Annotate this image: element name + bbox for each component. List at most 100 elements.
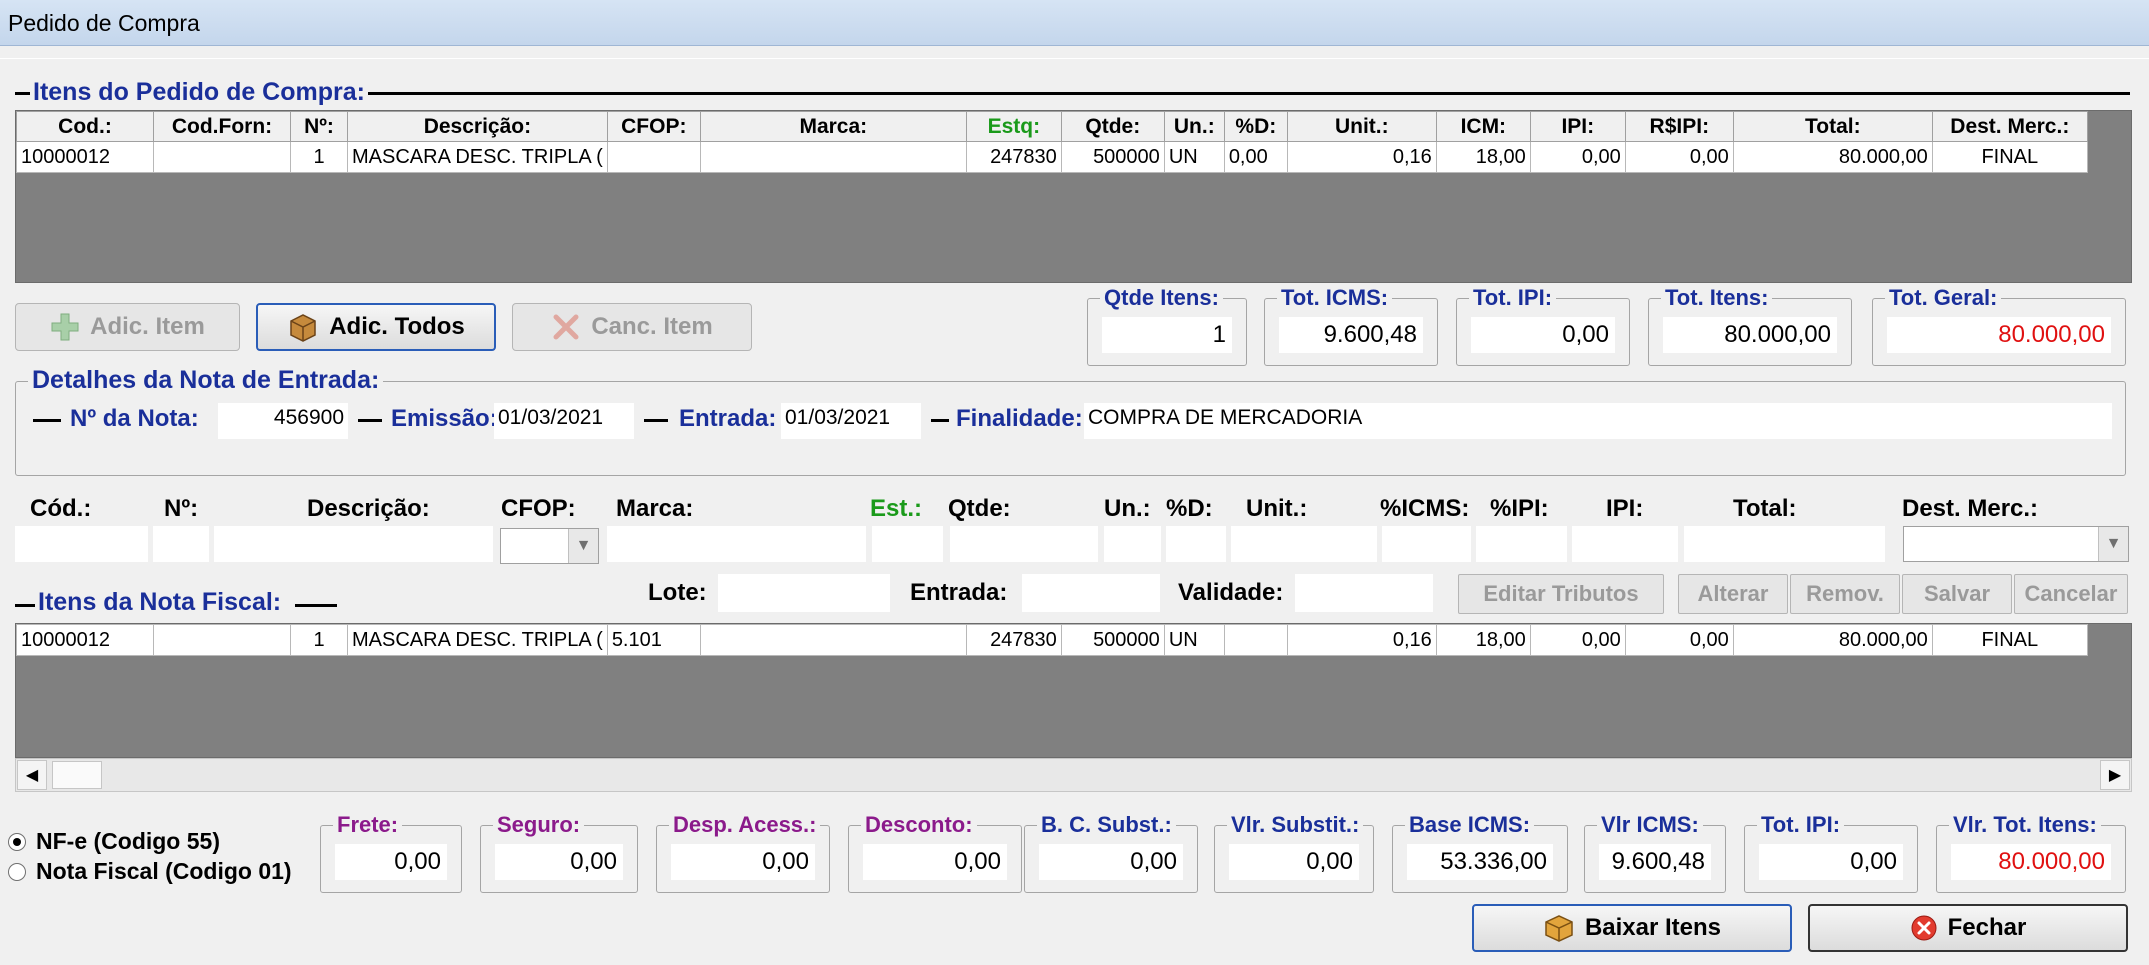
table-row[interactable]: 10000012 1 MASCARA DESC. TRIPLA (5.101 2478… [16,624,2088,656]
edit-est-input[interactable] [872,526,943,562]
column-header[interactable]: Total: [1732,111,1933,142]
lote-input[interactable] [718,574,890,612]
chevron-down-icon[interactable]: ▼ [2098,527,2128,561]
table-cell[interactable]: 0,16 [1286,141,1437,173]
scroll-right-icon[interactable]: ▶ [2100,760,2130,790]
salvar-button[interactable]: Salvar [1902,574,2012,614]
fechar-button[interactable]: Fechar [1808,904,2128,952]
remov-button[interactable]: Remov. [1790,574,1900,614]
column-header[interactable]: Estq: [965,111,1062,142]
edit-cod-input[interactable] [15,526,148,562]
column-header[interactable]: Un.: [1163,111,1225,142]
table-cell[interactable]: 10000012 [16,141,154,173]
radio-nfe[interactable]: NF-e (Codigo 55) [8,828,220,855]
edit-desc-input[interactable] [214,526,493,562]
scroll-thumb[interactable] [52,761,102,789]
column-header[interactable]: Unit.: [1286,111,1437,142]
table-cell[interactable]: 10000012 [16,624,154,656]
add-item-button[interactable]: Adic. Item [15,303,240,351]
column-header[interactable]: Dest. Merc.: [1931,111,2088,142]
nota-items-grid[interactable]: 10000012 1 MASCARA DESC. TRIPLA (5.101 2478… [15,623,2132,758]
alterar-button[interactable]: Alterar [1678,574,1788,614]
table-cell[interactable]: 80.000,00 [1732,141,1933,173]
table-cell[interactable]: 247830 [965,141,1062,173]
column-header[interactable]: CFOP: [606,111,701,142]
column-header[interactable]: R$IPI: [1624,111,1734,142]
table-cell[interactable]: 0,00 [1223,141,1288,173]
column-header[interactable]: Cod.Forn: [153,111,291,142]
entrada-field[interactable]: 01/03/2021 [781,403,921,439]
table-cell[interactable]: 18,00 [1435,624,1531,656]
table-cell[interactable]: 18,00 [1435,141,1531,173]
column-header[interactable]: Descrição: [347,111,608,142]
edit-d-input[interactable] [1166,526,1226,562]
table-cell[interactable]: UN [1163,141,1225,173]
edit-ipi-label: IPI: [1606,495,1644,522]
table-cell[interactable] [153,624,291,656]
add-all-button[interactable]: Adic. Todos [256,303,496,351]
table-cell[interactable]: 1 [290,624,348,656]
scroll-left-icon[interactable]: ◀ [17,760,47,790]
edit-qtde-input[interactable] [950,526,1098,562]
table-cell[interactable]: 80.000,00 [1732,624,1933,656]
table-cell[interactable]: FINAL [1931,141,2088,173]
edit-num-input[interactable] [153,526,209,562]
seguro-value[interactable]: 0,00 [495,844,623,880]
radio-unchecked-icon[interactable] [8,862,26,881]
baixar-itens-button[interactable]: Baixar Itens [1472,904,1792,952]
edit-marca-input[interactable] [607,526,866,562]
table-cell[interactable]: 500000 [1060,141,1165,173]
table-row[interactable]: 10000012 1 MASCARA DESC. TRIPLA ( 247830 500… [16,141,2088,173]
table-cell[interactable]: 1 [290,141,348,173]
table-cell[interactable] [1223,624,1288,656]
chevron-down-icon[interactable]: ▼ [568,529,598,563]
column-header[interactable]: Qtde: [1060,111,1165,142]
validade-input[interactable] [1295,574,1433,612]
table-cell[interactable] [699,624,967,656]
emissao-field[interactable]: 01/03/2021 [494,403,634,439]
column-header[interactable]: Nº: [290,111,348,142]
table-cell[interactable]: 5.101 [606,624,701,656]
table-cell[interactable]: 0,00 [1529,141,1626,173]
desconto-value[interactable]: 0,00 [863,844,1007,880]
edit-tributos-button[interactable]: Editar Tributos [1458,574,1664,614]
table-cell[interactable]: 0,16 [1286,624,1437,656]
table-cell[interactable]: 247830 [965,624,1062,656]
table-cell[interactable]: 500000 [1060,624,1165,656]
column-header[interactable]: ICM: [1435,111,1531,142]
table-cell[interactable] [606,141,701,173]
edit-total-input[interactable] [1684,526,1885,562]
table-cell[interactable] [153,141,291,173]
column-header[interactable]: Cod.: [16,111,154,142]
lote-entrada-input[interactable] [1022,574,1160,612]
finalidade-field[interactable]: COMPRA DE MERCADORIA [1084,403,2112,439]
edit-dest-select[interactable]: ▼ [1903,526,2129,562]
column-header[interactable]: %D: [1223,111,1288,142]
edit-icms-input[interactable] [1382,526,1471,562]
nota-number-field[interactable]: 456900 [218,403,348,439]
table-cell[interactable] [699,141,967,173]
radio-nf[interactable]: Nota Fiscal (Codigo 01) [8,858,292,885]
radio-checked-icon[interactable] [8,832,26,851]
horizontal-scrollbar[interactable]: ◀ ▶ [15,758,2132,792]
table-cell[interactable]: 0,00 [1529,624,1626,656]
table-cell[interactable]: FINAL [1931,624,2088,656]
edit-ipi-input[interactable] [1572,526,1678,562]
edit-cfop-select[interactable]: ▼ [500,528,599,564]
column-header[interactable]: Marca: [699,111,967,142]
cancel-item-button[interactable]: Canc. Item [512,303,752,351]
frete-value[interactable]: 0,00 [335,844,447,880]
table-cell[interactable]: 0,00 [1624,624,1734,656]
edit-ipi-pct-input[interactable] [1476,526,1567,562]
column-header[interactable]: IPI: [1529,111,1626,142]
desp-value[interactable]: 0,00 [671,844,815,880]
table-cell[interactable]: 0,00 [1624,141,1734,173]
table-cell[interactable]: MASCARA DESC. TRIPLA ( [347,624,608,656]
edit-unit-input[interactable] [1231,526,1377,562]
order-items-grid[interactable]: Cod.: Cod.Forn: Nº: Descrição: CFOP: Marca: Es… [15,110,2132,283]
table-cell[interactable]: MASCARA DESC. TRIPLA ( [347,141,608,173]
table-cell[interactable]: UN [1163,624,1225,656]
cancelar-label: Cancelar [2024,581,2118,606]
edit-un-input[interactable] [1104,526,1161,562]
cancelar-button[interactable]: Cancelar [2014,574,2128,614]
